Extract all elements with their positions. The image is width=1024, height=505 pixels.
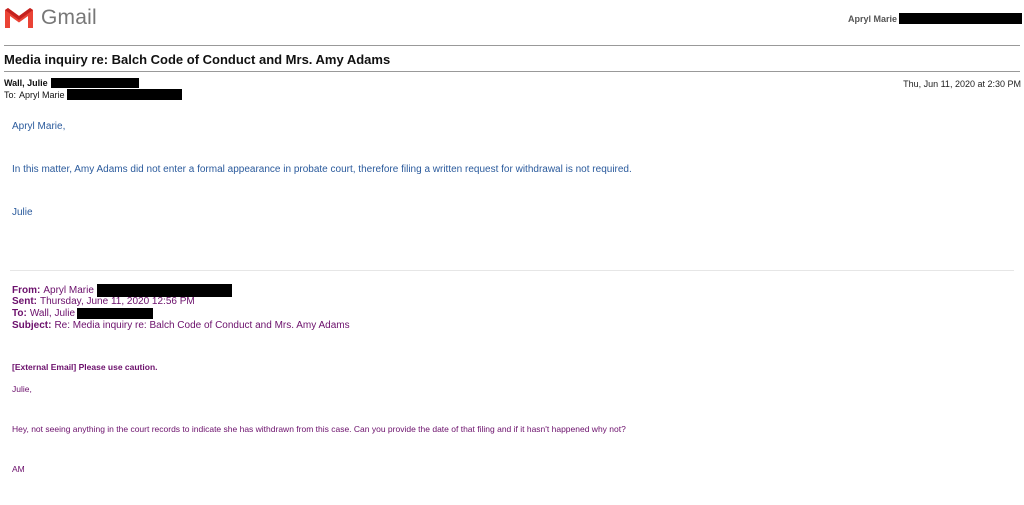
gmail-logo: Gmail [4, 6, 97, 30]
quoted-paragraph: Hey, not seeing anything in the court re… [12, 424, 626, 434]
external-email-warning: [External Email] Please use caution. [12, 362, 158, 372]
gmail-wordmark: Gmail [41, 6, 97, 29]
quoted-sent: Sent: Thursday, June 11, 2020 12:56 PM [12, 296, 195, 307]
message-sender: Wall, Julie [4, 78, 139, 88]
quoted-greeting: Julie, [12, 384, 32, 394]
quoted-to-label: To: [12, 308, 27, 319]
recipient-name: Apryl Marie [19, 89, 65, 100]
quoted-from-label: From: [12, 285, 41, 296]
thread-subject: Media inquiry re: Balch Code of Conduct … [4, 52, 391, 67]
quoted-to: To: Wall, Julie [12, 308, 154, 319]
to-label: To: [4, 89, 17, 100]
body-paragraph: In this matter, Amy Adams did not enter … [12, 164, 632, 175]
quoted-from-value: Apryl Marie [43, 285, 94, 296]
subject-divider [4, 71, 1020, 72]
quoted-subject-value: Re: Media inquiry re: Balch Code of Cond… [54, 320, 350, 331]
recipient-email-redaction [66, 89, 182, 100]
quoted-sent-value: Thursday, June 11, 2020 12:56 PM [40, 296, 195, 307]
account-name: Apryl Marie [847, 13, 897, 24]
account-email-redaction [899, 13, 1022, 24]
quoted-to-value: Wall, Julie [29, 308, 76, 319]
sender-name: Wall, Julie [4, 78, 48, 88]
quoted-sent-label: Sent: [12, 296, 37, 307]
sender-email-redaction [50, 78, 139, 88]
header-divider [4, 45, 1020, 46]
quoted-signoff: AM [12, 464, 25, 474]
body-greeting: Apryl Marie, [12, 121, 66, 132]
quoted-subject-label: Subject: [12, 320, 52, 331]
quote-divider [10, 270, 1014, 271]
gmail-envelope-icon [5, 8, 33, 28]
body-signoff: Julie [12, 207, 33, 218]
quoted-subject: Subject: Re: Media inquiry re: Balch Cod… [12, 320, 350, 331]
message-recipient: To: Apryl Marie [4, 89, 182, 100]
message-date: Thu, Jun 11, 2020 at 2:30 PM [903, 79, 1021, 89]
account-info: Apryl Marie [848, 13, 1022, 24]
quoted-to-email-redaction [77, 308, 154, 319]
